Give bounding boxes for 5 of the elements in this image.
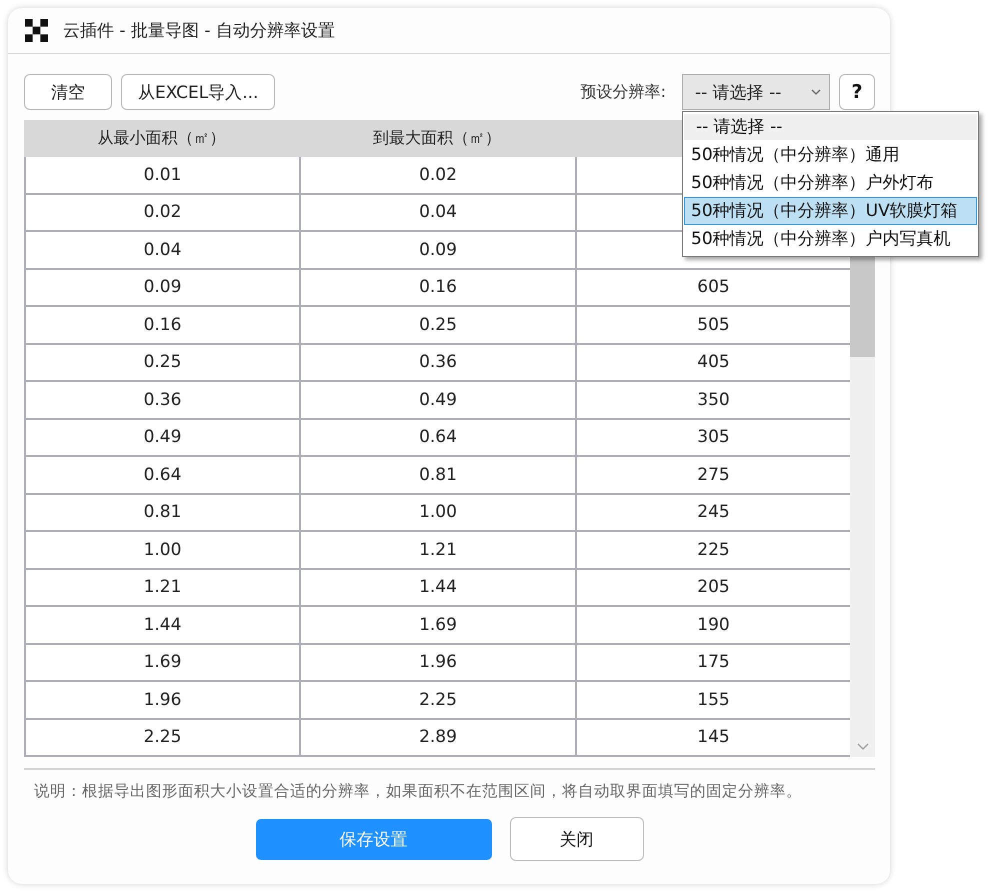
column-header: 从最小面积（㎡） [98, 128, 226, 147]
window-title: 云插件 - 批量导图 - 自动分辨率设置 [63, 20, 335, 42]
note-text: 说明：根据导出图形面积大小设置合适的分辨率，如果面积不在范围区间，将自动取界面填写的固定分辨率。 [33, 781, 803, 802]
preset-label: 预设分辨率: [580, 82, 666, 102]
column-header: 到最大面积（㎡） [373, 128, 501, 147]
